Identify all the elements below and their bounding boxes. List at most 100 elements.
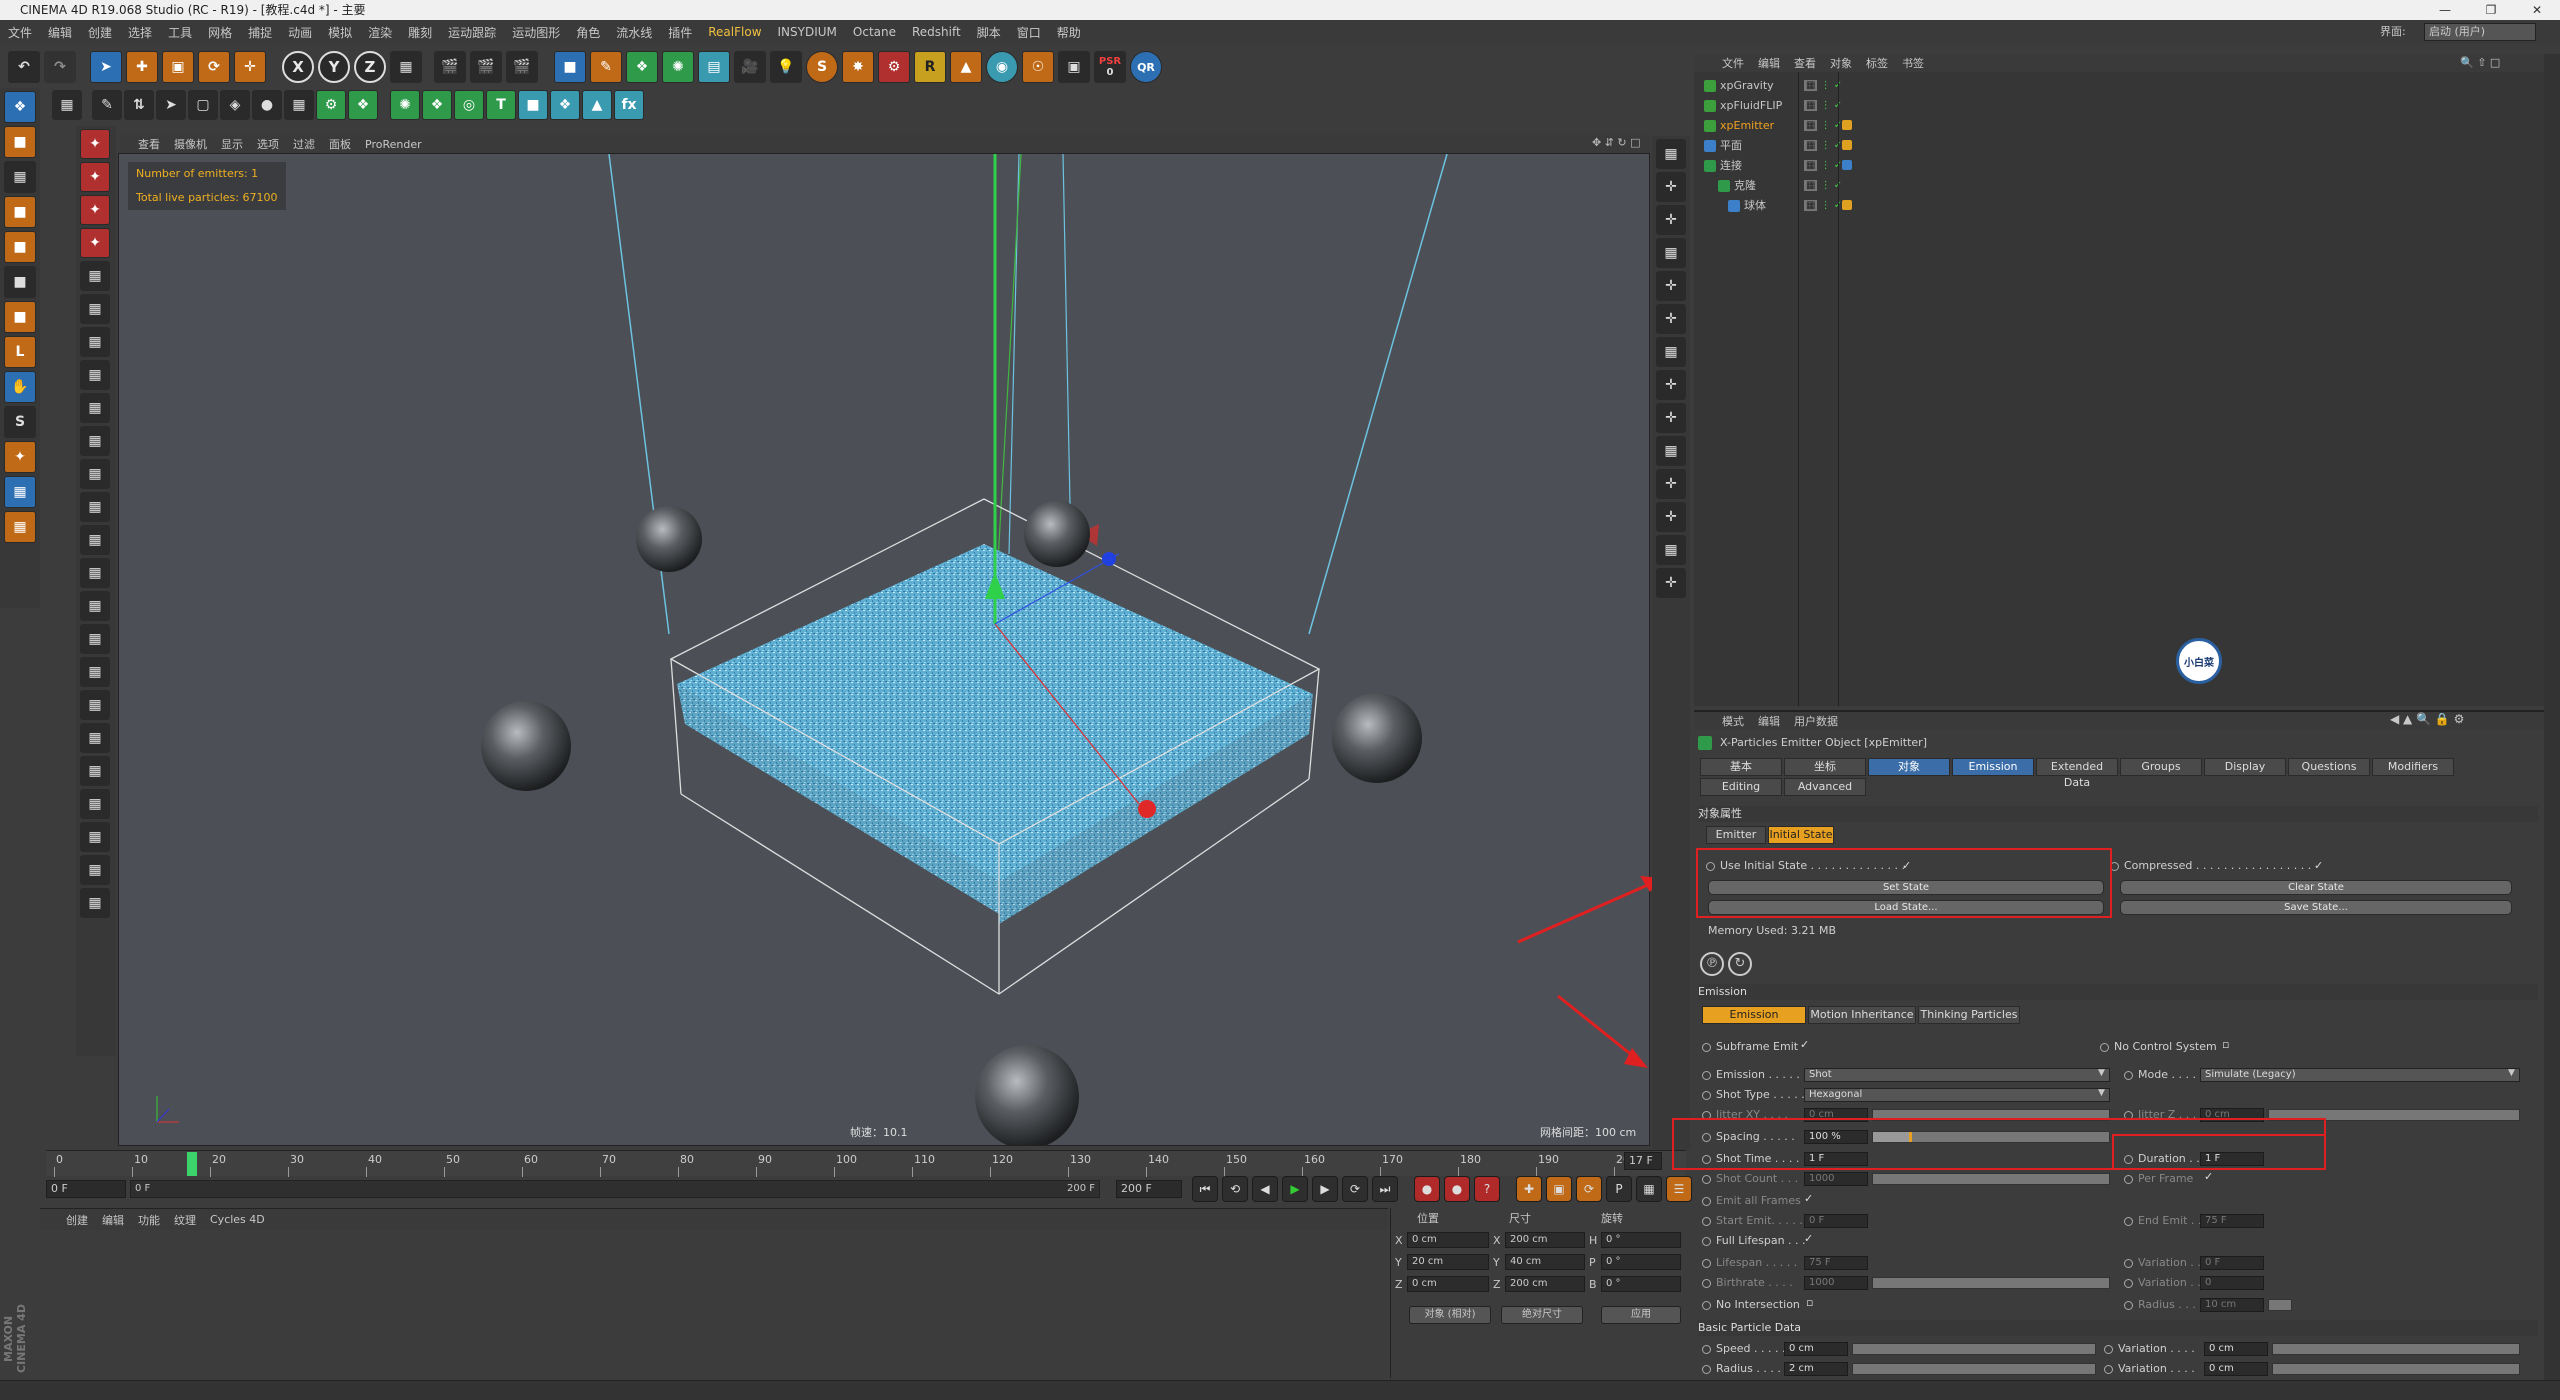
object-name[interactable]: xpFluidFLIP <box>1720 96 1782 116</box>
cube-primitive-icon[interactable]: ■ <box>554 51 586 83</box>
checkmark-icon[interactable]: ✓ <box>1804 1232 1813 1245</box>
coord-rot-field[interactable]: 0 ° <box>1601 1232 1681 1248</box>
polygons-mode-icon[interactable]: ■ <box>4 301 36 333</box>
sculpt-tool-icon[interactable]: ▦ <box>80 822 110 852</box>
am-tab[interactable]: Extended Data <box>2036 758 2118 789</box>
sculpt-tool-icon[interactable]: ▦ <box>80 624 110 654</box>
object-name[interactable]: 连接 <box>1720 156 1742 176</box>
object-tag-icon[interactable] <box>1842 200 1852 210</box>
model-mode-icon[interactable]: ■ <box>4 196 36 228</box>
animate-radio[interactable] <box>1702 1365 1711 1374</box>
goto-end-icon[interactable]: ⏭ <box>1372 1176 1398 1202</box>
sculpt-tool-icon[interactable]: ▦ <box>80 855 110 885</box>
thinking-particles-subtab[interactable]: Thinking Particles <box>1918 1006 2020 1024</box>
viewport-menu-item[interactable]: ProRender <box>365 138 422 151</box>
view-tool-icon[interactable]: ▦ <box>1656 337 1686 367</box>
object-row[interactable]: xpFluidFLIP ▦ ⋮ ✓ <box>1694 96 2544 116</box>
am-tab[interactable]: Modifiers <box>2372 758 2454 776</box>
object-visibility-icons[interactable]: ▦ ⋮ ✓ <box>1804 100 1848 112</box>
viewport-menu-item[interactable]: 显示 <box>221 136 243 152</box>
animate-radio[interactable] <box>1702 1197 1711 1206</box>
view-tool-icon[interactable]: ✛ <box>1656 172 1686 202</box>
birthrate-slider[interactable] <box>1872 1277 2110 1289</box>
radius-variation-field[interactable]: 0 cm <box>2204 1362 2268 1376</box>
material-menu-item[interactable]: 编辑 <box>102 1212 124 1228</box>
view-tool-icon[interactable]: ▦ <box>1656 535 1686 565</box>
preview-range-slider[interactable]: 0 F 200 F <box>130 1180 1100 1198</box>
sculpt-tool-icon[interactable]: ✦ <box>80 228 110 258</box>
checkbox-icon[interactable]: ▫ <box>1806 1296 1813 1309</box>
minimize-icon[interactable]: — <box>2422 0 2468 20</box>
psr-button[interactable]: PSR 0 <box>1094 51 1126 83</box>
menu-item[interactable]: 帮助 <box>1057 24 1081 41</box>
view-tool-icon[interactable]: ✛ <box>1656 271 1686 301</box>
object-visibility-icons[interactable]: ▦ ⋮ ✓ <box>1804 80 1848 92</box>
checkmark-icon[interactable]: ✓ <box>1800 1038 1809 1051</box>
subdivision-icon[interactable]: ❖ <box>626 51 658 83</box>
rotate-tool-icon[interactable]: ⟳ <box>198 51 230 83</box>
snap-icon[interactable]: S <box>4 406 36 438</box>
am-tab[interactable]: Advanced <box>1784 778 1866 796</box>
key-scale-icon[interactable]: ▣ <box>1546 1176 1572 1202</box>
simulate-mode-select[interactable]: Simulate (Legacy) <box>2200 1068 2520 1082</box>
points-mode-icon[interactable]: ■ <box>4 231 36 263</box>
coord-pos-field[interactable]: 0 cm <box>1407 1232 1489 1248</box>
light-icon[interactable]: 💡 <box>770 51 802 83</box>
save-state-button[interactable]: Save State... <box>2120 900 2512 915</box>
speed-variation-field[interactable]: 0 cm <box>2204 1342 2268 1356</box>
animate-radio[interactable] <box>1702 1175 1711 1184</box>
sculpt-tool-icon[interactable]: ▦ <box>80 327 110 357</box>
animate-radio[interactable] <box>1702 1301 1711 1310</box>
object-row[interactable]: 球体 ▦ ⋮ ✓ <box>1694 196 2544 216</box>
coord-size-mode-select[interactable]: 绝对尺寸 <box>1501 1306 1583 1324</box>
animate-radio[interactable] <box>1702 1071 1711 1080</box>
am-tab[interactable]: Display <box>2204 758 2286 776</box>
recent-tool-icon[interactable]: ✛ <box>234 51 266 83</box>
om-menu-item[interactable]: 书签 <box>1902 55 1924 71</box>
reload-icon[interactable]: ↻ <box>1728 952 1752 976</box>
record-icon[interactable]: ● <box>1414 1176 1440 1202</box>
coord-rot-field[interactable]: 0 ° <box>1601 1276 1681 1292</box>
matrix-icon[interactable]: ❖ <box>348 90 378 120</box>
sculpt-tool-icon[interactable]: ▦ <box>80 525 110 555</box>
om-menu-item[interactable]: 标签 <box>1866 55 1888 71</box>
render-picture-viewer-icon[interactable]: 🎬 <box>470 51 502 83</box>
shot-count-slider[interactable] <box>1872 1173 2110 1185</box>
redo-icon[interactable]: ↷ <box>44 51 76 83</box>
tweak-mode-icon[interactable]: ✋ <box>4 371 36 403</box>
menu-item[interactable]: 脚本 <box>977 24 1001 41</box>
menu-item[interactable]: 文件 <box>8 24 32 41</box>
emission-mode-select[interactable]: Shot <box>1804 1068 2110 1082</box>
view-tool-icon[interactable]: ✛ <box>1656 502 1686 532</box>
menu-item[interactable]: 窗口 <box>1017 24 1041 41</box>
checkbox-icon[interactable]: ▫ <box>2222 1038 2229 1051</box>
am-menu-item[interactable]: 模式 <box>1722 713 1744 729</box>
array-icon[interactable]: ✺ <box>662 51 694 83</box>
key-pla-icon[interactable]: ▦ <box>1636 1176 1662 1202</box>
material-menu-item[interactable]: 功能 <box>138 1212 160 1228</box>
circle-select-icon[interactable]: ● <box>252 90 282 120</box>
qr-button[interactable]: QR <box>1130 51 1162 83</box>
end-frame-field[interactable]: 200 F <box>1116 1180 1182 1198</box>
effector-icon[interactable]: ❖ <box>550 90 580 120</box>
timeline-menu-icon[interactable]: ☰ <box>1666 1176 1692 1202</box>
menu-item[interactable]: 工具 <box>168 24 192 41</box>
animate-radio[interactable] <box>2124 1279 2133 1288</box>
birthrate-field[interactable]: 1000 <box>1804 1276 1868 1290</box>
om-menu-item[interactable]: 对象 <box>1830 55 1852 71</box>
viewport-menu-item[interactable]: 过滤 <box>293 136 315 152</box>
x-axis-lock-icon[interactable]: X <box>282 51 314 83</box>
menu-item[interactable]: 模拟 <box>328 24 352 41</box>
octane-sphere-icon[interactable]: ◉ <box>986 51 1018 83</box>
make-editable-icon[interactable]: ■ <box>4 126 36 158</box>
side-tab-strip[interactable] <box>2544 54 2560 1380</box>
motext-icon[interactable]: T <box>486 90 516 120</box>
axis-mode-icon[interactable]: L <box>4 336 36 368</box>
view-tool-icon[interactable]: ✛ <box>1656 469 1686 499</box>
current-frame-field[interactable]: 17 F <box>1624 1152 1662 1170</box>
viewport-menu-item[interactable]: 面板 <box>329 136 351 152</box>
workplane-icon[interactable]: ❖ <box>4 91 36 123</box>
coord-pos-field[interactable]: 0 cm <box>1407 1276 1489 1292</box>
menu-item[interactable]: 编辑 <box>48 24 72 41</box>
xparticles-system-icon[interactable]: ⚙ <box>878 51 910 83</box>
